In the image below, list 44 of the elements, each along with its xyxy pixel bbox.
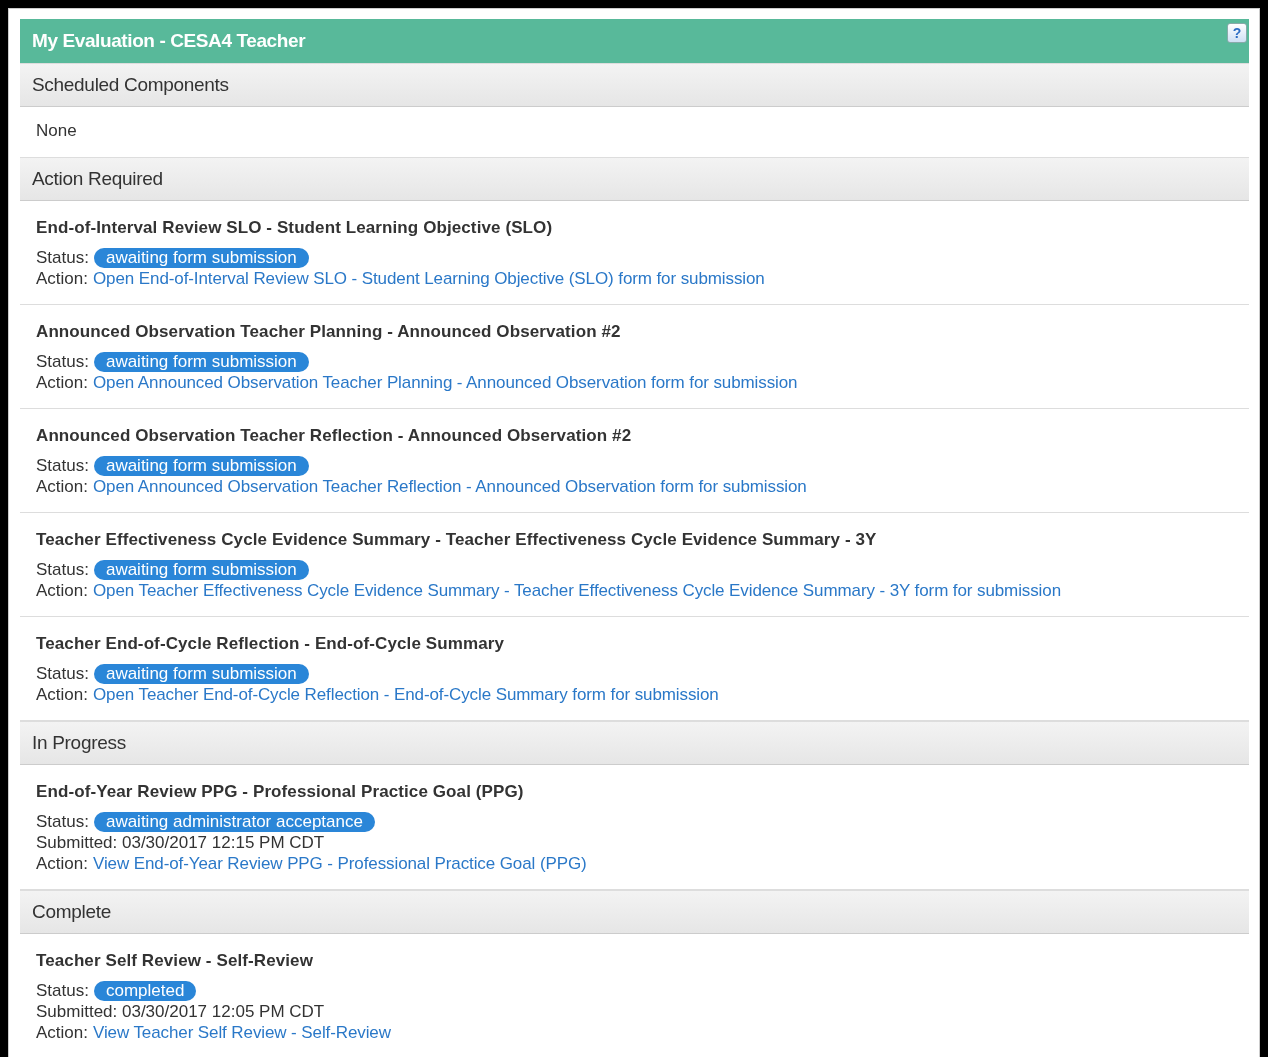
item-title: Announced Observation Teacher Reflection - Announced Observation #2 xyxy=(36,426,633,446)
item-title: End-of-Year Review PPG - Professional Practice Goal (PPG) xyxy=(36,782,525,802)
panel-title: My Evaluation - CESA4 Teacher xyxy=(32,30,306,52)
section-heading: Scheduled Components xyxy=(20,63,1249,107)
status-label: Status: xyxy=(36,980,89,1001)
item-title: End-of-Interval Review SLO - Student Learning Objective (SLO) xyxy=(36,218,554,238)
action-label: Action: xyxy=(36,372,88,393)
item-title: Teacher Self Review - Self-Review xyxy=(36,951,314,971)
status-label: Status: xyxy=(36,351,89,372)
help-button[interactable]: ? xyxy=(1227,23,1247,43)
status-label: Status: xyxy=(36,663,89,684)
item-title: Teacher End-of-Cycle Reflection - End-of-Cycle Summary xyxy=(36,634,505,654)
action-label: Action: xyxy=(36,684,88,705)
action-link[interactable]: View End-of-Year Review PPG - Professional Practice Goal (PPG) xyxy=(93,853,587,874)
status-label: Status: xyxy=(36,455,89,476)
status-label: Status: xyxy=(36,247,89,268)
action-label: Action: xyxy=(36,1022,88,1043)
status-label: Status: xyxy=(36,559,89,580)
section-heading: Complete xyxy=(20,890,1249,934)
status-badge: awaiting administrator acceptance xyxy=(93,811,375,832)
action-label: Action: xyxy=(36,268,88,289)
action-link[interactable]: Open Announced Observation Teacher Reflection - Announced Observation form for submission xyxy=(93,476,807,497)
action-link[interactable]: Open End-of-Interval Review SLO - Student Learning Objective (SLO) form for submission xyxy=(93,268,765,289)
status-badge: awaiting form submission xyxy=(93,559,309,580)
item-title: Teacher Effectiveness Cycle Evidence Summary - Teacher Effectiveness Cycle Evidence Summary - 3Y xyxy=(36,530,878,550)
action-link[interactable]: Open Teacher Effectiveness Cycle Evidence Summary - Teacher Effectiveness Cycle Evidence Summary - 3Y form for submission xyxy=(93,580,1061,601)
action-link[interactable]: View Teacher Self Review - Self-Review xyxy=(93,1022,391,1043)
status-badge: completed xyxy=(93,980,197,1001)
status-badge: awaiting form submission xyxy=(93,455,309,476)
status-label: Status: xyxy=(36,811,89,832)
section-heading: In Progress xyxy=(20,721,1249,765)
submitted-text: Submitted: 03/30/2017 12:05 PM CDT xyxy=(36,1001,325,1022)
action-link[interactable]: Open Announced Observation Teacher Planning - Announced Observation form for submission xyxy=(93,372,798,393)
action-label: Action: xyxy=(36,580,88,601)
action-link[interactable]: Open Teacher End-of-Cycle Reflection - End-of-Cycle Summary form for submission xyxy=(93,684,719,705)
submitted-text: Submitted: 03/30/2017 12:15 PM CDT xyxy=(36,832,325,853)
status-badge: awaiting form submission xyxy=(93,351,309,372)
item-title: Announced Observation Teacher Planning - Announced Observation #2 xyxy=(36,322,622,342)
section-heading: Action Required xyxy=(20,157,1249,201)
action-label: Action: xyxy=(36,853,88,874)
action-label: Action: xyxy=(36,476,88,497)
status-badge: awaiting form submission xyxy=(93,663,309,684)
empty-text: None xyxy=(36,121,77,140)
status-badge: awaiting form submission xyxy=(93,247,309,268)
